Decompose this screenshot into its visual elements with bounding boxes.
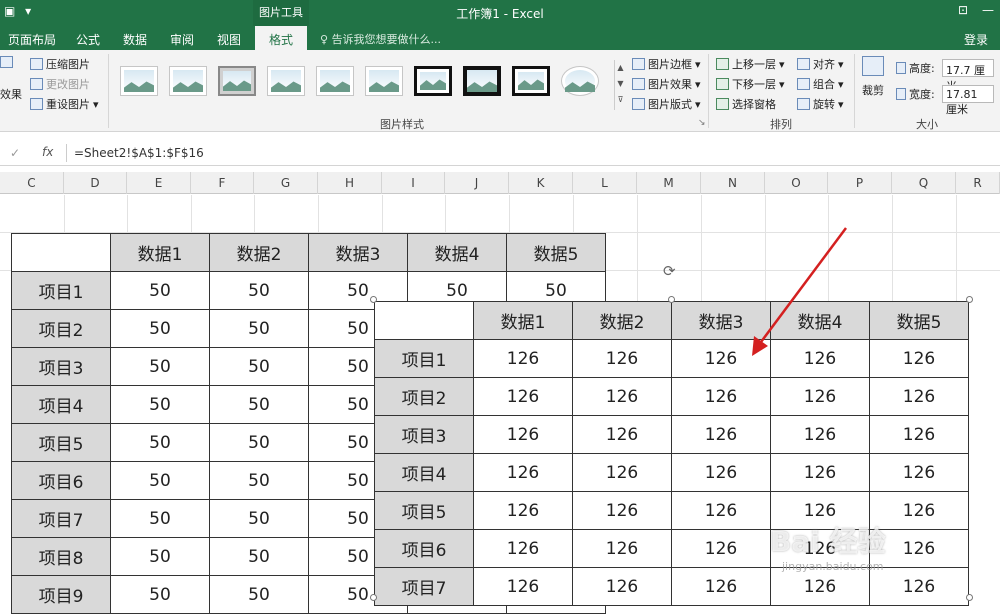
annotation-arrow-icon	[752, 227, 848, 356]
watermark-logo: Bai 经验	[770, 525, 886, 558]
watermark-url: jingyan.baidu.com	[782, 560, 884, 573]
